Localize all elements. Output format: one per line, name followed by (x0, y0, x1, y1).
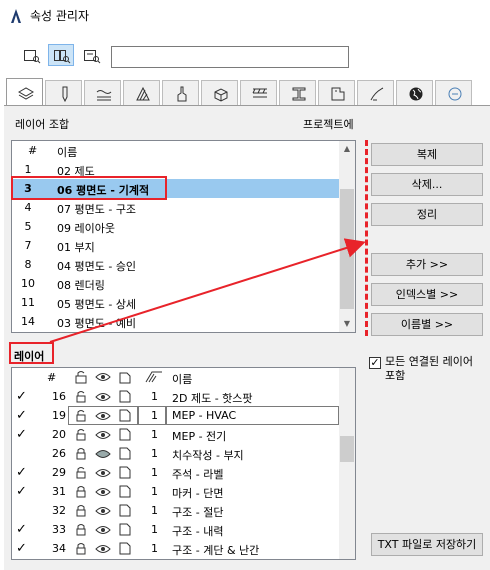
layer-name: MEP - 전기 (172, 430, 227, 443)
layer-num: 32 (52, 504, 66, 517)
layer-row[interactable]: ✓ 20 1 MEP - 전기 (12, 425, 340, 444)
layer-pen-number: 1 (151, 428, 158, 441)
layer-pen-number: 1 (151, 485, 158, 498)
layer-pen-number: 1 (151, 447, 158, 460)
lock-icon[interactable] (74, 503, 88, 517)
intersection-group-icon (145, 371, 162, 383)
wireframe-icon[interactable] (118, 389, 132, 403)
layer-row[interactable]: ✓ 33 1 구조 - 내력 (12, 520, 340, 539)
wireframe-icon[interactable] (118, 484, 132, 498)
layer-check-icon[interactable]: ✓ (16, 427, 27, 442)
wireframe-icon[interactable] (118, 541, 132, 555)
include-connected-label: 모든 연결된 레이어 포함 (385, 355, 473, 382)
layer-pen-number: 1 (151, 523, 158, 536)
layer-num: 29 (52, 466, 66, 479)
visibility-eye-icon[interactable] (95, 448, 111, 460)
layers-scrollbar[interactable] (339, 368, 355, 559)
layer-row[interactable]: ✓ 16 1 2D 제도 - 핫스팟 (12, 387, 340, 406)
layers-list[interactable]: # 이름 ✓ 16 1 2D 제도 - 핫스팟 ✓ 19 1 MEP - HVAC ✓ 20 1 ME… (11, 367, 356, 560)
layer-name[interactable]: MEP - HVAC (172, 409, 236, 422)
layer-name: 2D 제도 - 핫스팟 (172, 392, 253, 405)
lock-icon[interactable] (74, 522, 88, 536)
column-header-num: # (47, 371, 57, 384)
lock-icon[interactable] (74, 465, 88, 479)
layer-row[interactable]: ✓ 19 1 MEP - HVAC (12, 406, 340, 425)
visibility-eye-icon[interactable] (95, 543, 111, 555)
layer-check-icon[interactable]: ✓ (16, 541, 27, 556)
layer-name: 구조 - 계단 & 난간 (172, 544, 260, 557)
layer-check-icon[interactable]: ✓ (16, 465, 27, 480)
layer-name: 구조 - 절단 (172, 506, 224, 519)
wireframe-icon[interactable] (118, 465, 132, 479)
layer-num: 20 (52, 428, 66, 441)
layer-check-icon[interactable]: ✓ (16, 408, 27, 423)
layer-row[interactable]: ✓ 31 1 마커 - 단면 (12, 482, 340, 501)
layer-row[interactable]: 32 1 구조 - 절단 (12, 501, 340, 520)
layer-check-icon[interactable]: ✓ (16, 484, 27, 499)
layer-num: 19 (52, 409, 66, 422)
wireframe-icon[interactable] (118, 503, 132, 517)
layer-num: 26 (52, 447, 66, 460)
layer-pen-number: 1 (151, 390, 158, 403)
layer-pen-number: 1 (151, 542, 158, 555)
layer-name: 구조 - 내력 (172, 525, 224, 538)
visibility-eye-icon[interactable] (95, 429, 111, 441)
layer-pen-number: 1 (151, 504, 158, 517)
lock-icon[interactable] (74, 541, 88, 555)
layer-pen-number: 1 (151, 409, 158, 422)
layer-name: 주석 - 라벨 (172, 468, 224, 481)
column-header-name: 이름 (172, 373, 193, 386)
layer-check-icon[interactable]: ✓ (16, 522, 27, 537)
visibility-eye-icon[interactable] (95, 505, 111, 517)
lock-icon[interactable] (74, 446, 88, 460)
lock-icon[interactable] (74, 389, 88, 403)
layers-list-header: # 이름 (12, 368, 340, 387)
wireframe-icon[interactable] (118, 522, 132, 536)
include-connected-checkbox[interactable]: ✓ (369, 357, 381, 369)
layer-num: 33 (52, 523, 66, 536)
lock-icon[interactable] (74, 427, 88, 441)
layer-row[interactable]: ✓ 29 1 주석 - 라벨 (12, 463, 340, 482)
lock-header-icon (75, 371, 87, 384)
layer-name: 치수작성 - 부지 (172, 449, 244, 462)
layer-row[interactable]: ✓ 34 1 구조 - 계단 & 난간 (12, 539, 340, 558)
save-txt-button[interactable]: TXT 파일로 저장하기 (371, 533, 483, 556)
wireframe-icon[interactable] (118, 427, 132, 441)
visibility-eye-icon[interactable] (95, 410, 111, 422)
layer-pen-number: 1 (151, 466, 158, 479)
layer-num: 34 (52, 542, 66, 555)
visibility-eye-icon[interactable] (95, 524, 111, 536)
lock-icon[interactable] (74, 408, 88, 422)
wireframe-icon[interactable] (118, 446, 132, 460)
visibility-eye-icon[interactable] (95, 486, 111, 498)
lock-icon[interactable] (74, 484, 88, 498)
scroll-thumb[interactable] (340, 436, 354, 462)
layer-check-icon[interactable]: ✓ (16, 389, 27, 404)
layer-num: 16 (52, 390, 66, 403)
layer-num: 31 (52, 485, 66, 498)
layer-name: 마커 - 단면 (172, 487, 224, 500)
wireframe-header-icon (119, 372, 131, 384)
visibility-eye-icon[interactable] (95, 391, 111, 403)
wireframe-icon[interactable] (118, 408, 132, 422)
layer-row[interactable]: 26 1 치수작성 - 부지 (12, 444, 340, 463)
visibility-eye-icon[interactable] (95, 467, 111, 479)
eye-header-icon (95, 373, 111, 381)
